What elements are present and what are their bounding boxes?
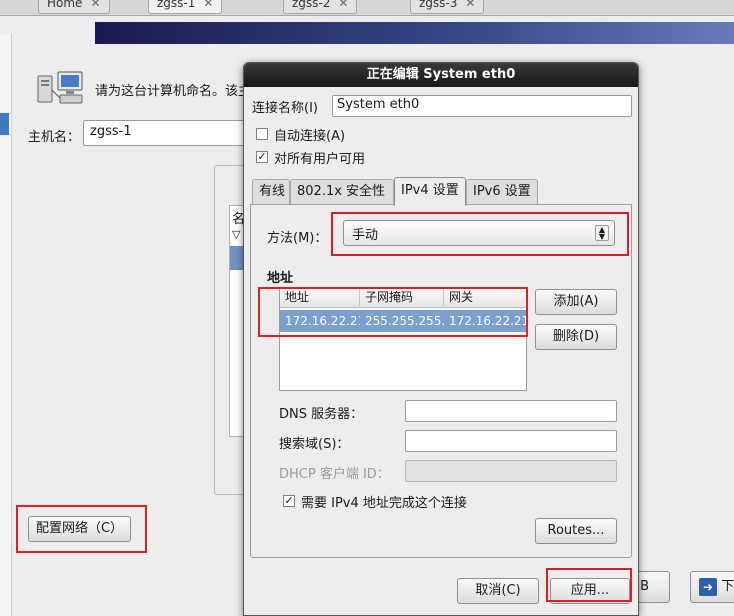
tab-8021x-security[interactable]: 802.1x 安全性 [290, 179, 394, 205]
configure-network-button[interactable]: 配置网络（C） [28, 516, 131, 542]
ipv4-settings-panel: 方法(M)： 手动 ▲ ▼ 地址 地址 子网掩码 网关 172.16.22.21 … [250, 204, 632, 558]
vm-tab-label: zgss-1 [157, 0, 196, 10]
expander-icon[interactable]: ▽ [232, 228, 240, 241]
close-icon[interactable]: ✕ [338, 0, 348, 10]
vm-tab-label: zgss-3 [419, 0, 458, 10]
all-users-label: 对所有用户可用 [274, 152, 366, 167]
column-header-address[interactable]: 地址 [280, 288, 360, 308]
combo-spinner-icon: ▲ ▼ [595, 225, 609, 241]
delete-address-button[interactable]: 删除(D) [535, 324, 617, 350]
connection-name-label: 连接名称(I) [252, 101, 318, 116]
search-domains-input[interactable] [405, 430, 617, 452]
auto-connect-checkbox[interactable] [256, 128, 268, 140]
tab-wired[interactable]: 有线 [252, 179, 290, 205]
address-table[interactable]: 地址 子网掩码 网关 172.16.22.21 255.255.255.0 17… [279, 287, 527, 391]
dialog-title[interactable]: 正在编辑 System eth0 [244, 63, 638, 87]
back-button-label: B [640, 579, 649, 594]
close-icon[interactable]: ✕ [203, 0, 213, 10]
vm-tab-strip: Home ✕ zgss-1 ✕ zgss-2 ✕ zgss-3 ✕ [0, 0, 734, 16]
forward-arrow-icon: ➜ [699, 577, 717, 596]
next-button[interactable]: ➜ 下 [690, 571, 734, 603]
dns-servers-label: DNS 服务器： [279, 407, 364, 422]
hostname-input[interactable]: zgss-1 [83, 120, 253, 146]
require-ipv4-checkbox[interactable]: ✓ [283, 495, 295, 507]
method-label: 方法(M)： [267, 231, 328, 246]
vm-tab-zgss-2[interactable]: zgss-2 ✕ [283, 0, 358, 14]
vm-tab-zgss-1[interactable]: zgss-1 ✕ [148, 0, 223, 14]
column-header-gateway[interactable]: 网关 [444, 288, 526, 308]
require-ipv4-label: 需要 IPv4 地址完成这个连接 [301, 496, 467, 511]
add-address-button[interactable]: 添加(A) [535, 289, 617, 315]
tab-ipv4-settings[interactable]: IPv4 设置 [394, 177, 466, 206]
dhcp-client-id-label: DHCP 客户端 ID： [279, 467, 390, 482]
left-selection-marker [0, 113, 9, 135]
vm-tab-home[interactable]: Home ✕ [38, 0, 110, 14]
close-icon[interactable]: ✕ [465, 0, 475, 10]
address-section-label: 地址 [267, 271, 294, 286]
network-computers-icon [37, 71, 83, 104]
next-button-label: 下 [721, 579, 734, 594]
tab-ipv6-settings[interactable]: IPv6 设置 [466, 179, 538, 205]
all-users-checkbox[interactable]: ✓ [256, 151, 268, 163]
auto-connect-label: 自动连接(A) [274, 129, 346, 144]
dns-servers-input[interactable] [405, 400, 617, 422]
cancel-button[interactable]: 取消(C) [457, 578, 539, 604]
address-cell: 172.16.22.21 [285, 314, 360, 328]
vm-tab-zgss-3[interactable]: zgss-3 ✕ [410, 0, 485, 14]
method-value: 手动 [352, 228, 379, 243]
vm-tab-label: Home [47, 0, 83, 10]
vm-tab-label: zgss-2 [292, 0, 331, 10]
hostname-label: 主机名： [28, 130, 81, 145]
hostname-prompt: 请为这台计算机命名。该主 [95, 84, 252, 99]
close-icon[interactable]: ✕ [90, 0, 100, 10]
column-header-netmask[interactable]: 子网掩码 [360, 288, 444, 308]
table-row[interactable]: 172.16.22.21 255.255.255.0 172.16.22.21 [280, 310, 526, 332]
dhcp-client-id-input [405, 460, 617, 482]
apply-button[interactable]: 应用... [550, 578, 630, 604]
routes-button[interactable]: Routes... [535, 518, 617, 544]
installer-banner [95, 22, 734, 44]
edit-connection-dialog: 正在编辑 System eth0 连接名称(I) System eth0 自动连… [243, 62, 639, 616]
address-table-header: 地址 子网掩码 网关 [280, 288, 526, 308]
gateway-cell: 172.16.22.21 [449, 314, 526, 328]
netmask-cell: 255.255.255.0 [365, 314, 444, 328]
search-domains-label: 搜索域(S)： [279, 437, 350, 452]
connection-name-input[interactable]: System eth0 [332, 95, 632, 117]
method-select[interactable]: 手动 ▲ ▼ [343, 220, 615, 246]
